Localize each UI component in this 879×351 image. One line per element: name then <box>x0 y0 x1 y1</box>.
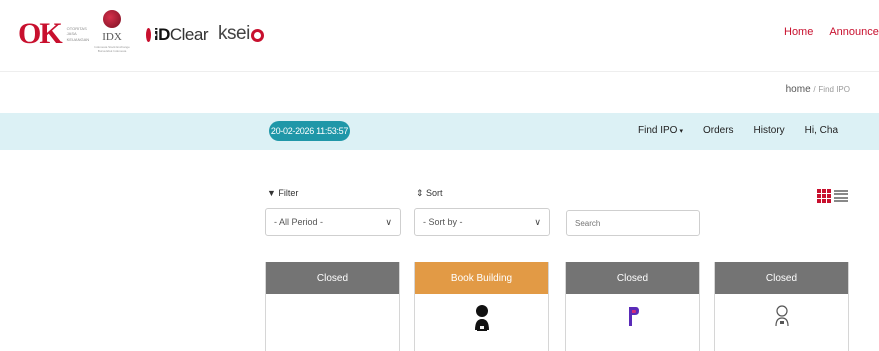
idclear-play-icon <box>146 28 157 42</box>
grid-view-icon[interactable] <box>817 189 831 203</box>
card-status-header: Closed <box>266 262 399 294</box>
sub-navbar: 20-02-2026 11:53:57 Find IPO ▾ Orders His… <box>0 113 879 150</box>
idx-logo[interactable]: IDX Indonesia Stock Exchange Bursa Efek … <box>92 10 132 64</box>
ipo-card[interactable]: Closed <box>565 262 700 351</box>
breadcrumb-home-link[interactable]: home <box>786 84 811 95</box>
ksei-logo-text: ksei <box>218 23 250 44</box>
breadcrumb-current: Find IPO <box>818 85 850 94</box>
sort-label: ⇕ Sort <box>416 188 443 198</box>
card-status-header: Closed <box>715 262 848 294</box>
idx-seal-icon <box>103 10 121 28</box>
breadcrumb: home / Find IPO <box>786 84 850 95</box>
ojk-logo-mark: OK <box>18 17 63 50</box>
ipo-card[interactable]: Book Building <box>414 262 549 351</box>
filter-label: ▼ Filter <box>267 188 299 198</box>
nav-home-link[interactable]: Home <box>784 26 813 38</box>
list-view-icon[interactable] <box>834 189 848 203</box>
ojk-logo-text: OTORITAS JASA KEUANGAN <box>66 26 90 42</box>
top-nav: Home Announcement <box>784 26 879 38</box>
idclear-logo[interactable]: iDClear <box>146 24 209 46</box>
idx-logo-subtext: Indonesia Stock Exchange Bursa Efek Indo… <box>94 45 130 53</box>
sort-select[interactable]: - Sort by - ∨ <box>414 208 550 236</box>
view-toggle <box>817 189 848 203</box>
company-logo-icon <box>628 307 639 326</box>
page: OK OTORITAS JASA KEUANGAN IDX Indonesia … <box>0 0 879 351</box>
ipo-card[interactable]: Closed <box>714 262 849 351</box>
idx-logo-text: IDX <box>102 31 122 43</box>
company-logo-icon <box>474 305 489 331</box>
card-status-header: Book Building <box>415 262 548 294</box>
sub-nav: Find IPO ▾ Orders History Hi, Cha <box>638 125 838 136</box>
breadcrumb-separator: / <box>813 85 816 94</box>
nav-announcement-link[interactable]: Announcement <box>829 26 879 38</box>
datetime-badge: 20-02-2026 11:53:57 <box>269 121 350 141</box>
chevron-down-icon: ∨ <box>385 217 392 227</box>
sort-select-value: - Sort by - <box>423 217 463 227</box>
company-logo-icon <box>774 305 789 327</box>
caret-down-icon: ▾ <box>679 128 683 135</box>
history-link[interactable]: History <box>754 125 785 136</box>
period-select[interactable]: - All Period - ∨ <box>265 208 401 236</box>
chevron-down-icon: ∨ <box>534 217 541 227</box>
ksei-logo[interactable]: ksei <box>218 18 268 50</box>
period-select-value: - All Period - <box>274 217 324 227</box>
orders-link[interactable]: Orders <box>703 125 734 136</box>
ksei-ring-icon <box>250 28 264 42</box>
search-input[interactable] <box>566 210 700 236</box>
find-ipo-dropdown[interactable]: Find IPO ▾ <box>638 125 683 136</box>
idclear-logo-text: iDClear <box>153 25 209 44</box>
top-header: OK OTORITAS JASA KEUANGAN IDX Indonesia … <box>0 0 879 72</box>
card-status-header: Closed <box>566 262 699 294</box>
ojk-logo[interactable]: OK OTORITAS JASA KEUANGAN <box>18 17 89 50</box>
ipo-card[interactable]: Closed <box>265 262 400 351</box>
user-greeting[interactable]: Hi, Cha <box>805 125 838 136</box>
